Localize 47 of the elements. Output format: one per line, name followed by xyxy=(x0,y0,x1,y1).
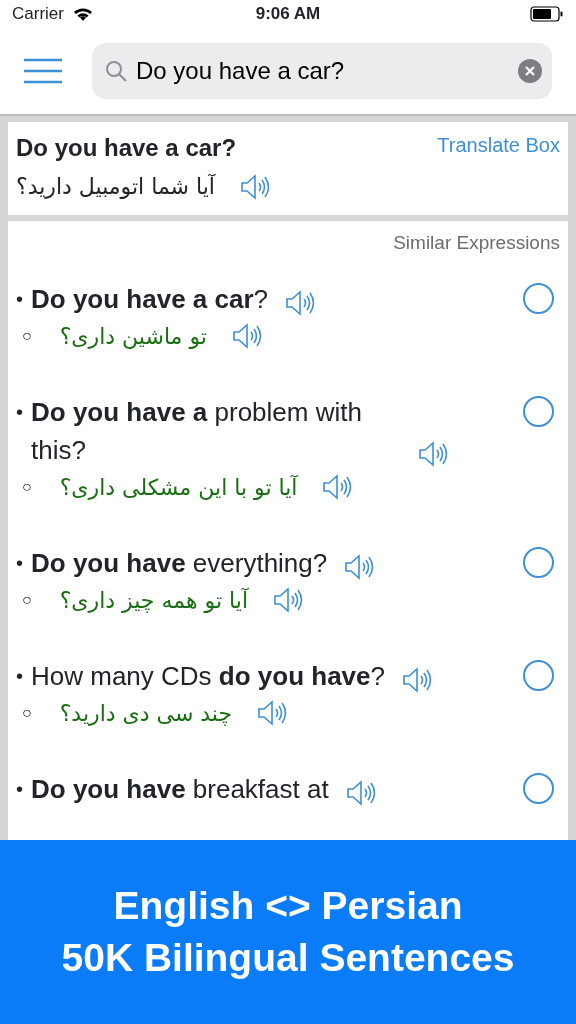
bullet: • xyxy=(16,663,23,689)
sub-bullet: ○ xyxy=(22,703,32,723)
banner-text: 50K Bilingual Sentences xyxy=(61,935,515,981)
entry-title: Do you have a car? xyxy=(16,133,237,163)
battery-icon xyxy=(530,6,564,22)
bullet: • xyxy=(16,776,23,802)
speaker-icon[interactable] xyxy=(256,699,289,727)
wifi-icon xyxy=(71,6,94,22)
menu-icon[interactable] xyxy=(24,58,62,84)
carrier-label: Carrier xyxy=(12,3,64,26)
example-sentence: Do you have everything? xyxy=(31,546,328,580)
radio-button[interactable] xyxy=(523,395,554,427)
example-translation: تو ماشین داری؟ xyxy=(59,322,207,351)
radio-button[interactable] xyxy=(523,772,554,804)
speaker-icon[interactable] xyxy=(401,665,433,694)
radio-button[interactable] xyxy=(523,282,554,314)
speaker-icon[interactable] xyxy=(239,172,271,201)
sub-bullet: ○ xyxy=(22,326,32,346)
search-bar[interactable]: Do you have a car? xyxy=(92,43,552,99)
search-icon xyxy=(104,59,128,83)
speaker-icon[interactable] xyxy=(344,778,377,807)
example-sentence: Do you have a problem with this? xyxy=(31,395,363,467)
bullet: • xyxy=(16,286,23,312)
speaker-icon[interactable] xyxy=(417,439,449,468)
speaker-icon[interactable] xyxy=(272,586,304,614)
example-sentence: Do you have a car? xyxy=(31,282,269,316)
entry-translation: آیا شما اتومبیل دارید؟ xyxy=(16,172,215,201)
section-heading: Similar Expressions xyxy=(393,232,560,253)
speaker-icon[interactable] xyxy=(284,288,317,317)
sub-bullet: ○ xyxy=(22,477,32,497)
example-sentence: How many CDs do you have? xyxy=(31,659,385,693)
banner-text: English <> Persian xyxy=(113,883,463,929)
speaker-icon[interactable] xyxy=(230,322,263,350)
clear-icon[interactable] xyxy=(518,59,542,83)
bullet: • xyxy=(16,550,23,576)
translate-box-link[interactable]: Translate Box xyxy=(437,130,560,160)
sub-bullet: ○ xyxy=(22,590,32,610)
example-translation: چند سی دی دارید؟ xyxy=(59,699,233,728)
radio-button[interactable] xyxy=(523,546,554,578)
radio-button[interactable] xyxy=(523,659,554,691)
bullet: • xyxy=(16,399,23,425)
example-sentence: Do you have breakfast at xyxy=(31,772,329,806)
example-translation: آیا تو با این مشکلی داری؟ xyxy=(59,473,298,502)
clock-time: 9:06 AM xyxy=(255,3,321,26)
speaker-icon[interactable] xyxy=(321,473,354,501)
example-translation: آیا تو همه چیز داری؟ xyxy=(59,586,248,615)
speaker-icon[interactable] xyxy=(343,552,376,581)
